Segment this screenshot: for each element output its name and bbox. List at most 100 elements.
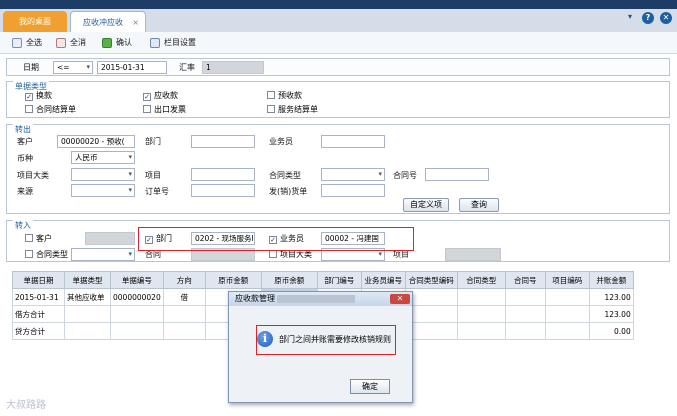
source-label: 来源 — [17, 187, 33, 196]
dialog-close-button[interactable]: ✕ — [390, 294, 410, 304]
tab-bar: 我的桌面 应收冲应收 × ▾ ? ✕ — [0, 0, 677, 32]
order-label: 订单号 — [145, 187, 169, 196]
grid-header[interactable]: 并账金额 — [588, 271, 634, 289]
contract-no-input[interactable] — [425, 168, 489, 181]
tab-offset-receivable[interactable]: 应收冲应收 × — [70, 11, 146, 32]
pin-icon[interactable]: ▾ — [628, 12, 632, 21]
grid-header[interactable]: 合同号 — [504, 271, 546, 289]
custom-items-button[interactable]: 自定义项 — [403, 198, 449, 212]
doc-type-label: 预收款 — [278, 91, 302, 100]
grid-cell — [504, 288, 546, 306]
salesman-input[interactable] — [321, 135, 385, 148]
select-all-label: 全选 — [26, 38, 42, 47]
grid-header[interactable]: 单据类型 — [64, 271, 111, 289]
grid-cell: 借 — [162, 288, 206, 306]
currency-select[interactable]: 人民币 — [71, 151, 135, 164]
dept-input[interactable] — [191, 135, 255, 148]
invoice-label: 发(销)货单 — [269, 187, 308, 196]
grid-header[interactable]: 方向 — [162, 271, 206, 289]
grid-header[interactable]: 业务员编号 — [360, 271, 406, 289]
project-cat-select[interactable] — [71, 168, 135, 181]
doc-type-checkbox-5[interactable]: 出口发票 — [143, 104, 186, 115]
date-direction-select[interactable]: <= — [53, 61, 93, 74]
query-button[interactable]: 查询 — [459, 198, 499, 212]
grid-cell — [456, 305, 506, 323]
checkbox-icon — [269, 250, 277, 258]
date-label: 日期 — [23, 63, 39, 72]
dialog-title-redacted — [277, 295, 355, 303]
invoice-input[interactable] — [321, 184, 385, 197]
deselect-all-icon — [56, 37, 66, 48]
grid-cell — [162, 322, 206, 340]
dialog-title: 应收款管理 — [235, 294, 275, 303]
tab-active-label: 应收冲应收 — [83, 18, 123, 27]
in-contract-type-select[interactable] — [71, 248, 135, 261]
tab-close-icon[interactable]: × — [132, 12, 139, 33]
salesman-label: 业务员 — [269, 137, 293, 146]
dept-label: 部门 — [145, 137, 161, 146]
contract-type-label: 合同类型 — [269, 171, 301, 180]
checkbox-icon: ✓ — [143, 93, 151, 101]
deselect-all-label: 全消 — [70, 38, 86, 47]
confirm-button[interactable]: 确认 — [102, 36, 132, 50]
dialog-titlebar[interactable]: 应收款管理 ✕ — [229, 292, 412, 306]
grid-cell — [544, 322, 590, 340]
in-contract-type-label: 合同类型 — [36, 250, 68, 259]
grid-header[interactable]: 原币金额 — [204, 271, 262, 289]
grid-header[interactable]: 部门编号 — [316, 271, 362, 289]
watermark: 大叔路路 — [6, 400, 46, 411]
checkbox-icon — [25, 105, 33, 113]
tab-home-label: 我的桌面 — [19, 17, 51, 26]
grid-cell — [110, 305, 164, 323]
doc-type-checkbox-4[interactable]: 合同结算单 — [25, 104, 76, 115]
rate-label: 汇率 — [179, 63, 195, 72]
project-input[interactable] — [191, 168, 255, 181]
contract-type-select[interactable] — [321, 168, 385, 181]
in-customer-label: 客户 — [36, 234, 52, 243]
close-icon[interactable]: ✕ — [660, 12, 672, 24]
doc-type-checkbox-1[interactable]: ✓ 换款 — [25, 90, 52, 101]
column-settings-button[interactable]: 栏目设置 — [150, 36, 196, 50]
currency-label: 币种 — [17, 154, 33, 163]
title-strip — [0, 0, 677, 9]
grid-header[interactable]: 单据日期 — [12, 271, 65, 289]
doc-type-checkbox-3[interactable]: 预收款 — [267, 90, 302, 101]
grid-cell: 贷方合计 — [12, 322, 65, 340]
grid-header[interactable]: 原币余额 — [260, 271, 318, 289]
doc-type-checkbox-6[interactable]: 服务结算单 — [267, 104, 318, 115]
grid-cell: 借方合计 — [12, 305, 65, 323]
doc-type-label: 服务结算单 — [278, 105, 318, 114]
contract-no-label: 合同号 — [393, 171, 417, 180]
in-project-cat-label: 项目大类 — [280, 250, 312, 259]
help-icon[interactable]: ? — [642, 12, 654, 24]
grid-cell: 2015-01-31 — [12, 288, 65, 306]
grid-header[interactable]: 项目编码 — [544, 271, 590, 289]
select-all-icon — [12, 37, 22, 48]
tab-home[interactable]: 我的桌面 — [3, 11, 67, 32]
doc-type-checkbox-2[interactable]: ✓ 应收款 — [143, 90, 178, 101]
doc-types-section: 单据类型 ✓ 换款 ✓ 应收款 预收款 合同结算单 出口发票 服务结算单 — [6, 81, 670, 118]
grid-cell: 123.00 — [588, 305, 634, 323]
ok-button[interactable]: 确定 — [350, 379, 390, 394]
grid-header[interactable]: 合同类型 — [456, 271, 506, 289]
transfer-out-title: 转出 — [13, 124, 33, 135]
grid-cell — [162, 305, 206, 323]
in-contract-type-checkbox[interactable]: 合同类型 — [25, 249, 68, 260]
in-project-input[interactable] — [445, 248, 501, 261]
source-select[interactable] — [71, 184, 135, 197]
close-glyph: ✕ — [660, 12, 672, 24]
project-cat-label: 项目大类 — [17, 171, 49, 180]
rate-input[interactable]: 1 — [202, 61, 264, 74]
date-input[interactable]: 2015-01-31 — [97, 61, 167, 74]
customer-label: 客户 — [17, 137, 33, 146]
grid-header[interactable]: 合同类型编码 — [404, 271, 458, 289]
in-customer-checkbox[interactable]: 客户 — [25, 233, 52, 244]
select-all-button[interactable]: 全选 — [12, 36, 42, 50]
grid-header[interactable]: 单据编号 — [110, 271, 164, 289]
in-customer-input[interactable] — [85, 232, 135, 245]
grid-cell: 其他应收单 — [64, 288, 111, 306]
customer-input[interactable]: 00000020 - 预收( — [57, 135, 135, 148]
order-input[interactable] — [191, 184, 255, 197]
confirm-icon — [102, 37, 112, 48]
deselect-all-button[interactable]: 全消 — [56, 36, 86, 50]
